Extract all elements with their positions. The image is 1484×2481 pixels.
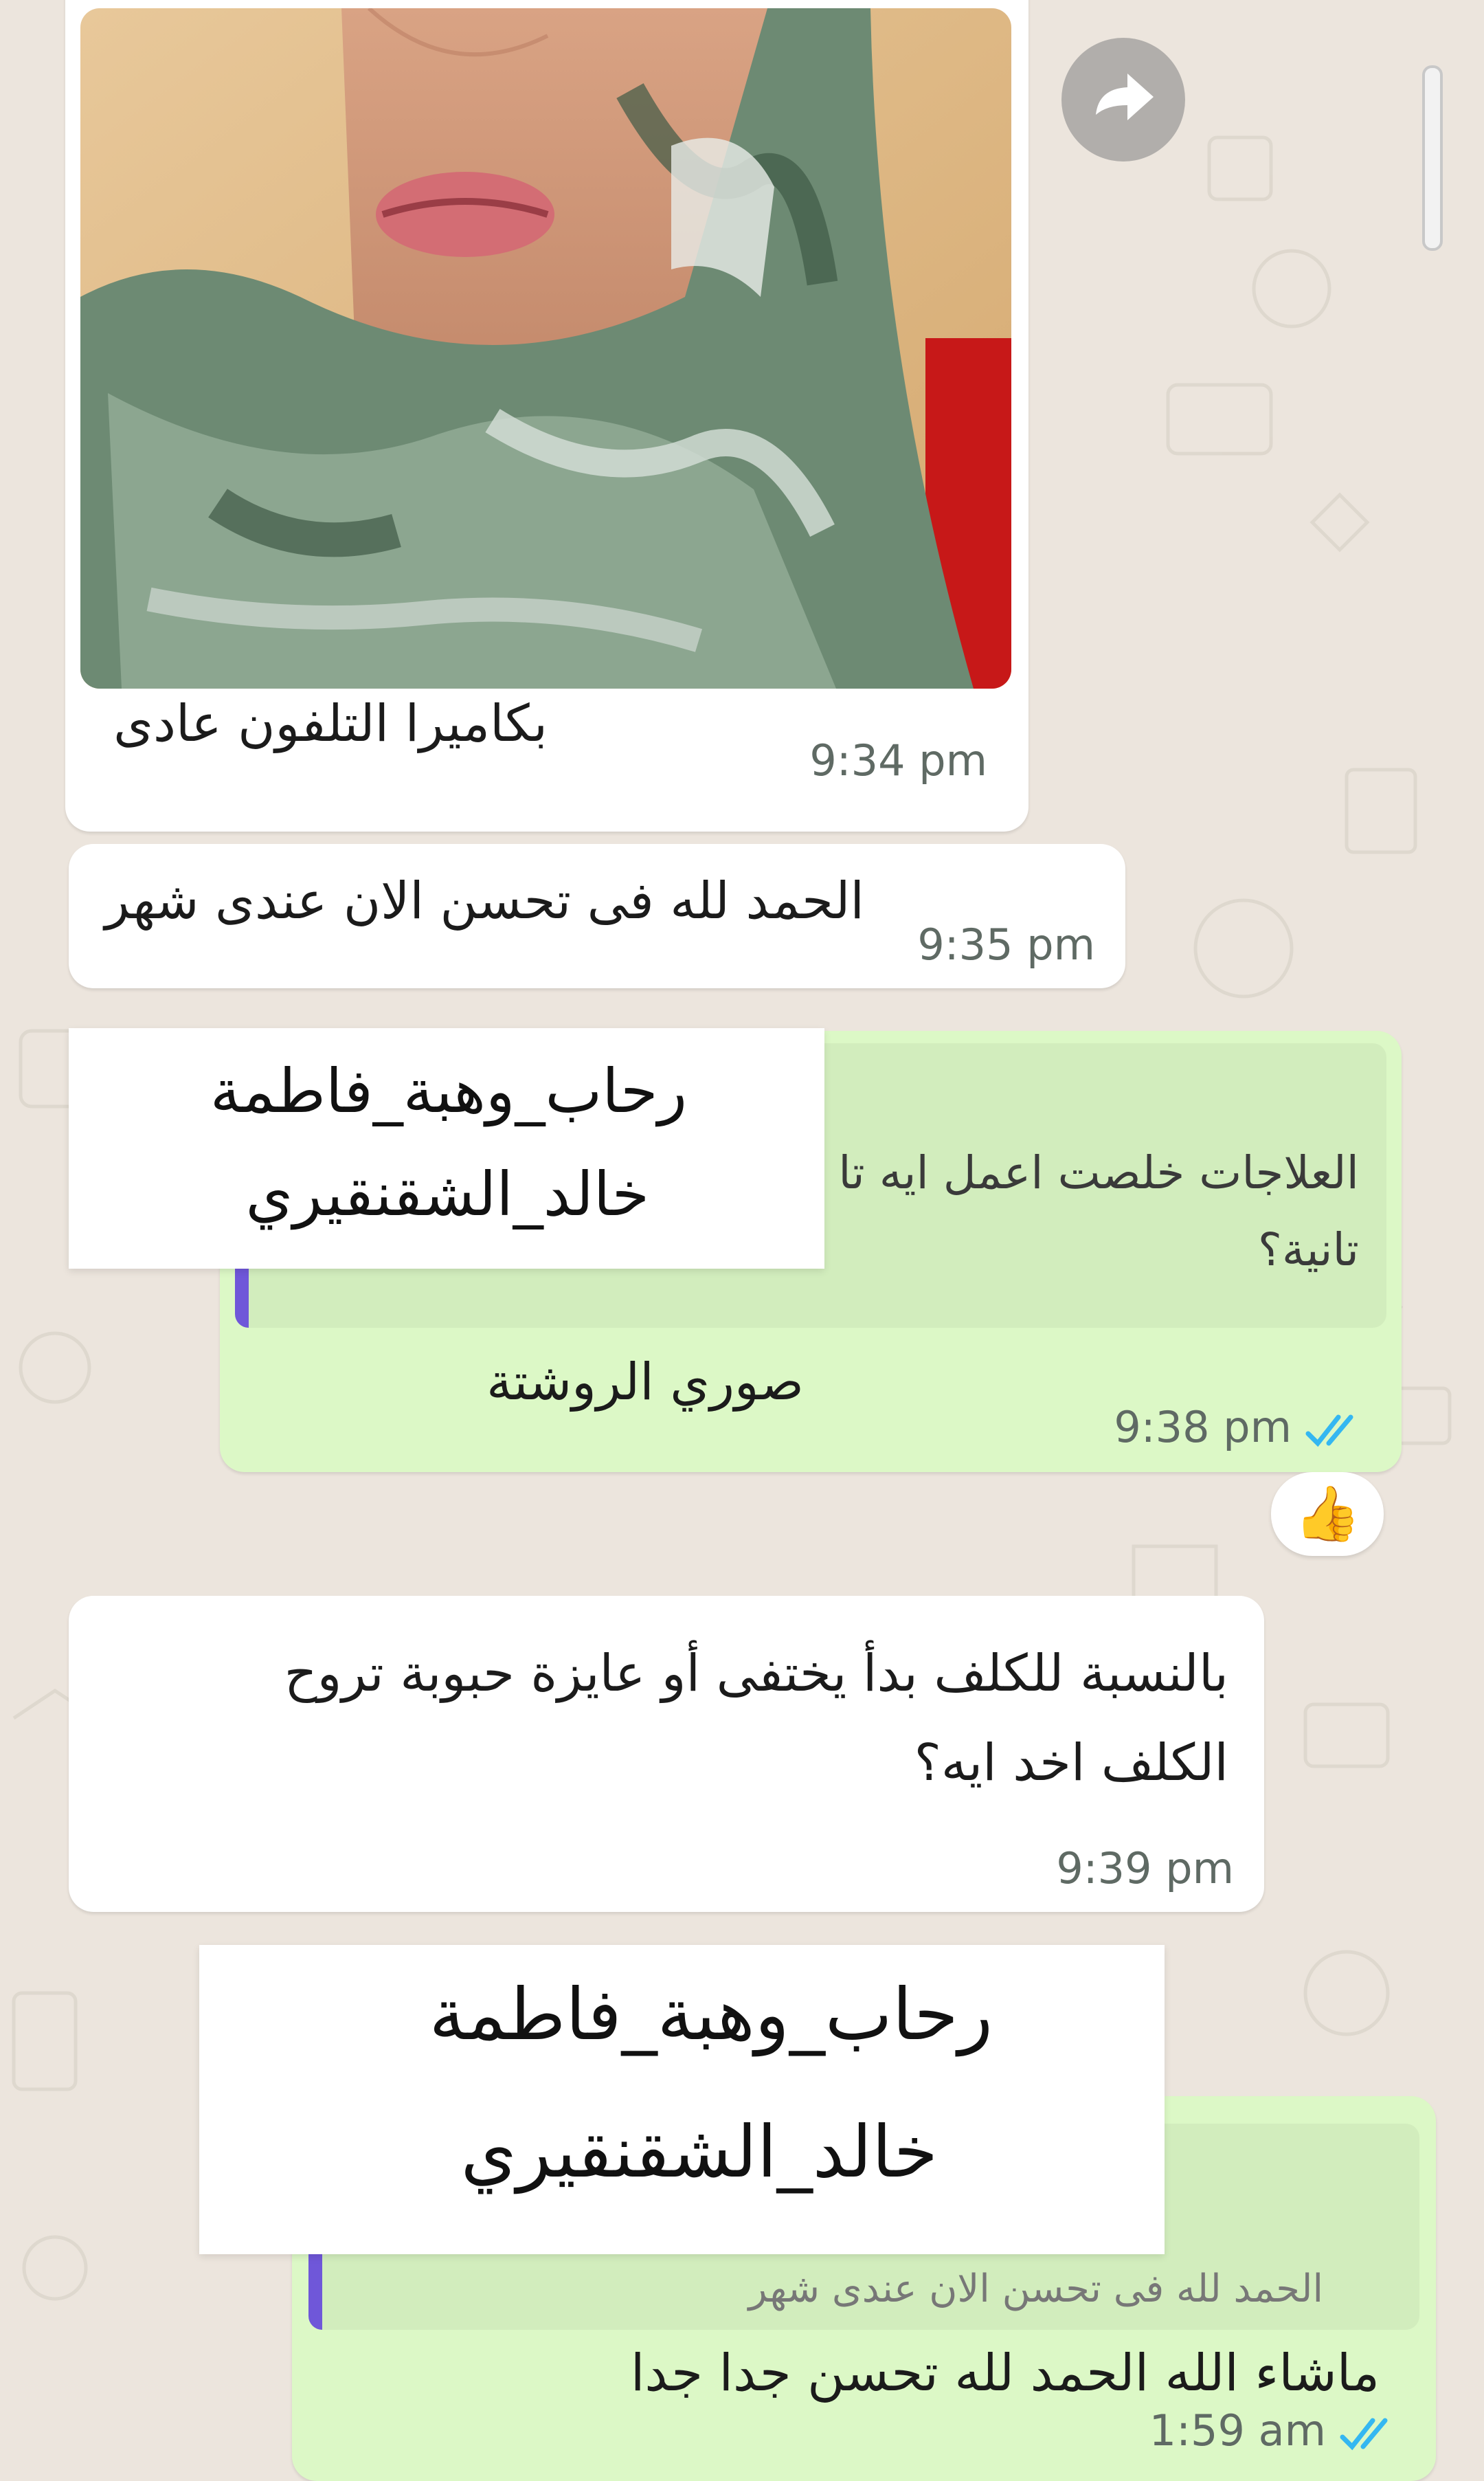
message-text: الحمد لله فى تحسن الان عندى شهر bbox=[104, 871, 864, 931]
quoted-text-line1: العلاجات خلصت اعمل ايه تا bbox=[838, 1146, 1359, 1199]
watermark-line2: خالد_الشقنقيري bbox=[245, 1159, 649, 1230]
message-time: 1:59 am bbox=[1149, 2405, 1326, 2456]
double-check-icon bbox=[1340, 2418, 1388, 2451]
watermark-line1: رحاب_وهبة_فاطمة bbox=[210, 1056, 687, 1126]
message-text-line1: بالنسبة للكلف بدأ يختفى أو عايزة حبوبة ت… bbox=[284, 1644, 1228, 1703]
watermark-label: رحاب_وهبة_فاطمة خالد_الشقنقيري bbox=[69, 1028, 824, 1269]
incoming-message[interactable]: الحمد لله فى تحسن الان عندى شهر 9:35 pm bbox=[69, 844, 1125, 988]
incoming-message[interactable]: بالنسبة للكلف بدأ يختفى أو عايزة حبوبة ت… bbox=[69, 1596, 1264, 1912]
message-time: 9:38 pm bbox=[1114, 1402, 1292, 1452]
scrollbar[interactable] bbox=[1422, 65, 1443, 251]
photo-image bbox=[80, 8, 1011, 689]
message-text-line2: الكلف اخد ايه؟ bbox=[914, 1733, 1228, 1792]
photo-caption: بكاميرا التلفون عادى bbox=[113, 694, 548, 753]
incoming-photo-message[interactable]: بكاميرا التلفون عادى 9:34 pm bbox=[65, 0, 1028, 832]
watermark-line1: رحاب_وهبة_فاطمة bbox=[429, 1972, 993, 2056]
quoted-text-line2: تانية؟ bbox=[1257, 1223, 1359, 1276]
selfie-photo[interactable] bbox=[80, 8, 1011, 689]
reaction-badge[interactable]: 👍 bbox=[1271, 1472, 1384, 1556]
watermark-line2: خالد_الشقنقيري bbox=[460, 2110, 938, 2194]
message-text: ماشاء الله الحمد لله تحسن جدا جدا bbox=[630, 2344, 1380, 2403]
double-check-icon bbox=[1305, 1414, 1353, 1447]
forward-icon bbox=[1096, 74, 1154, 120]
message-time: 9:39 pm bbox=[1056, 1843, 1234, 1893]
watermark-label: رحاب_وهبة_فاطمة خالد_الشقنقيري bbox=[199, 1945, 1165, 2254]
message-time: 9:34 pm bbox=[809, 735, 987, 786]
message-time: 9:35 pm bbox=[917, 920, 1095, 970]
forward-button[interactable] bbox=[1061, 38, 1185, 162]
message-text: صوري الروشتة bbox=[486, 1353, 804, 1412]
quoted-text: الحمد لله فى تحسن الان عندى شهر bbox=[748, 2267, 1323, 2311]
